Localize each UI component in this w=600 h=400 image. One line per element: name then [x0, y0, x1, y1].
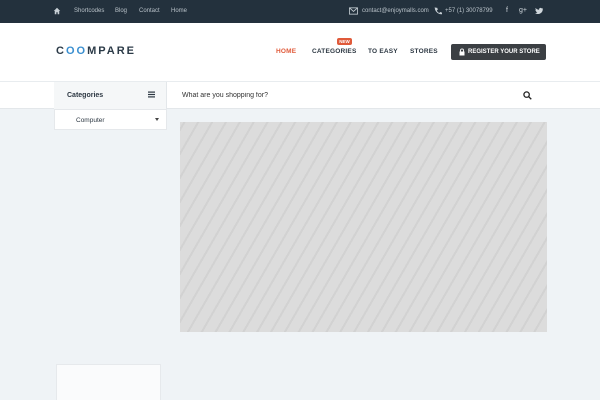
phone-icon: [434, 7, 442, 15]
lock-icon: [459, 48, 465, 56]
top-nav-shortcodes[interactable]: Shortcodes: [74, 8, 104, 14]
top-nav-blog[interactable]: Blog: [115, 8, 127, 14]
sidebar-widget-box: [56, 364, 161, 400]
menu-icon[interactable]: [148, 91, 155, 98]
categories-header[interactable]: Categories: [54, 82, 167, 109]
menu-home[interactable]: HOME: [276, 48, 296, 55]
menu-stores[interactable]: STORES: [410, 48, 438, 55]
top-bar: Shortcodes Blog Contact Home contact@enj…: [0, 0, 600, 23]
contact-phone: +57 (1) 30078799: [445, 8, 493, 14]
logo-prefix: C: [56, 45, 66, 57]
register-store-label: REGISTER YOUR STORE: [468, 49, 540, 55]
category-select[interactable]: Computer: [54, 109, 167, 130]
menu-to-easy[interactable]: TO EASY: [368, 48, 398, 55]
main-header: COOMPARE HOME NEW CATEGORIES TO EASY STO…: [0, 23, 600, 82]
caret-down-icon: [155, 118, 159, 121]
new-badge: NEW: [337, 38, 352, 45]
banner-image-placeholder: [180, 122, 547, 332]
search-input[interactable]: [176, 82, 546, 109]
search-icon[interactable]: [523, 91, 532, 100]
categories-title: Categories: [67, 92, 104, 99]
register-store-button[interactable]: REGISTER YOUR STORE: [451, 44, 546, 60]
compare-logo[interactable]: COOMPARE: [56, 45, 136, 57]
home-icon[interactable]: [53, 7, 61, 15]
contact-email[interactable]: contact@enjoymalls.com: [362, 8, 429, 14]
top-nav-contact[interactable]: Contact: [139, 8, 160, 14]
logo-middle: OO: [65, 45, 88, 57]
top-nav-home[interactable]: Home: [171, 8, 187, 14]
google-plus-icon[interactable]: g+: [518, 6, 528, 16]
category-select-value: Computer: [76, 117, 105, 124]
twitter-icon[interactable]: [535, 7, 543, 15]
envelope-icon: [349, 7, 358, 15]
facebook-icon[interactable]: f: [502, 6, 512, 16]
logo-suffix: MPARE: [87, 45, 136, 57]
menu-categories[interactable]: CATEGORIES: [312, 48, 357, 55]
